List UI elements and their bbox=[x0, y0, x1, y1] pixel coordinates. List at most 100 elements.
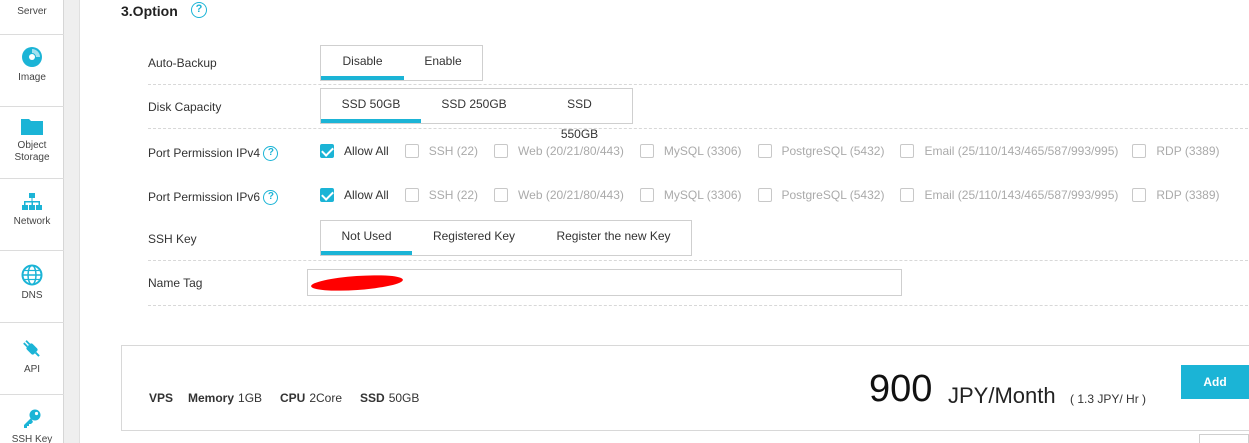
sidebar-item-api[interactable]: API bbox=[0, 338, 64, 376]
checkbox-label: Web (20/21/80/443) bbox=[518, 188, 624, 202]
price-value: 900 bbox=[869, 368, 933, 410]
mysql-checkbox[interactable] bbox=[639, 144, 654, 158]
divider bbox=[0, 322, 64, 323]
ssh-key-selector: Not Used Registered Key Register the new… bbox=[320, 220, 692, 256]
allow-all-checkbox[interactable] bbox=[320, 188, 334, 202]
network-icon bbox=[22, 193, 42, 210]
globe-icon bbox=[21, 264, 43, 286]
sidebar-item-image[interactable]: Image bbox=[0, 46, 64, 84]
auto-backup-toggle: Disable Enable bbox=[320, 45, 483, 81]
checkbox-label: RDP (3389) bbox=[1156, 144, 1220, 158]
key-icon bbox=[24, 409, 41, 428]
sidebar-item-label: DNS bbox=[21, 290, 43, 301]
spec-vps-label: VPS bbox=[149, 391, 174, 405]
divider bbox=[148, 128, 1248, 129]
plug-icon bbox=[23, 340, 40, 357]
sidebar: Server Image Object Storage Network DNS … bbox=[0, 0, 64, 443]
checkbox-label: PostgreSQL (5432) bbox=[781, 188, 885, 202]
divider bbox=[0, 394, 64, 395]
spec-cpu-label: CPU bbox=[280, 391, 306, 405]
port-ipv6-options: Allow All SSH (22) Web (20/21/80/443) My… bbox=[320, 187, 1220, 203]
auto-backup-label: Auto-Backup bbox=[148, 56, 217, 70]
redaction-mark bbox=[310, 272, 404, 294]
bottom-tab[interactable] bbox=[1199, 434, 1249, 443]
sidebar-item-network[interactable]: Network bbox=[0, 192, 64, 228]
checkbox-label: MySQL (3306) bbox=[663, 188, 742, 202]
divider bbox=[148, 84, 1248, 85]
email-checkbox[interactable] bbox=[900, 144, 915, 158]
sidebar-item-label: SSH Key bbox=[11, 434, 53, 443]
divider bbox=[148, 260, 1248, 261]
help-icon[interactable]: ? bbox=[191, 2, 207, 18]
rdp-checkbox[interactable] bbox=[1132, 144, 1147, 158]
checkbox-label: PostgreSQL (5432) bbox=[781, 144, 885, 158]
help-icon[interactable]: ? bbox=[263, 190, 279, 206]
ssh-checkbox[interactable] bbox=[404, 188, 419, 202]
postgresql-checkbox[interactable] bbox=[757, 144, 772, 158]
port-permission-ipv4-text: Port Permission IPv4 bbox=[148, 146, 261, 160]
spec-memory-label: Memory bbox=[188, 391, 235, 405]
checkbox-label: Allow All bbox=[344, 188, 389, 202]
ssh-not-used-option[interactable]: Not Used bbox=[321, 221, 412, 255]
disc-icon bbox=[22, 47, 42, 67]
spec-memory-value: 1GB bbox=[238, 391, 263, 405]
divider bbox=[0, 34, 64, 35]
postgresql-checkbox[interactable] bbox=[757, 188, 772, 202]
port-permission-ipv6-text: Port Permission IPv6 bbox=[148, 190, 261, 204]
sidebar-item-label: Server bbox=[17, 6, 47, 17]
auto-backup-enable-option[interactable]: Enable bbox=[404, 46, 482, 80]
checkbox-label: Web (20/21/80/443) bbox=[518, 144, 624, 158]
auto-backup-disable-option[interactable]: Disable bbox=[321, 46, 404, 80]
divider bbox=[0, 106, 64, 107]
port-ipv4-options: Allow All SSH (22) Web (20/21/80/443) My… bbox=[320, 143, 1220, 159]
ssh-key-label: SSH Key bbox=[148, 232, 197, 246]
checkbox-label: SSH (22) bbox=[428, 144, 479, 158]
disk-option-ssd-550gb[interactable]: SSD 550GB bbox=[527, 89, 632, 141]
sidebar-item-object-storage[interactable]: Object Storage bbox=[0, 116, 64, 164]
sidebar-item-ssh-key[interactable]: SSH Key bbox=[0, 408, 64, 443]
spec-cpu: CPU 2Core bbox=[280, 391, 342, 405]
allow-all-checkbox[interactable] bbox=[320, 144, 334, 158]
ssh-register-new-key-option[interactable]: Register the new Key bbox=[536, 221, 691, 255]
mysql-checkbox[interactable] bbox=[639, 188, 654, 202]
disk-capacity-label: Disk Capacity bbox=[148, 100, 222, 114]
sidebar-item-dns[interactable]: DNS bbox=[0, 264, 64, 302]
section-title: 3.Option bbox=[121, 3, 178, 19]
spec-cpu-value: 2Core bbox=[309, 391, 343, 405]
sidebar-scroll-strip bbox=[64, 0, 80, 443]
checkbox-label: Email (25/110/143/465/587/993/995) bbox=[924, 144, 1119, 158]
divider bbox=[148, 305, 1248, 306]
spec-ssd-label: SSD bbox=[360, 391, 385, 405]
spec-ssd-value: 50GB bbox=[388, 391, 420, 405]
rdp-checkbox[interactable] bbox=[1132, 188, 1147, 202]
sidebar-item-label: Object bbox=[17, 140, 47, 151]
port-permission-ipv4-label: Port Permission IPv4 ? bbox=[148, 146, 279, 162]
ssh-registered-key-option[interactable]: Registered Key bbox=[412, 221, 536, 255]
checkbox-label: Allow All bbox=[344, 144, 389, 158]
checkbox-label: Email (25/110/143/465/587/993/995) bbox=[924, 188, 1119, 202]
order-summary: VPS Memory 1GB CPU 2Core SSD 50GB 900 JPY/M… bbox=[121, 345, 1249, 431]
checkbox-label: RDP (3389) bbox=[1156, 188, 1220, 202]
web-checkbox[interactable] bbox=[494, 188, 509, 202]
sidebar-item-server[interactable]: Server bbox=[0, 6, 64, 18]
sidebar-item-label: Image bbox=[18, 72, 46, 83]
sidebar-item-label: API bbox=[23, 364, 41, 375]
spec-ssd: SSD 50GB bbox=[360, 391, 419, 405]
folder-icon bbox=[21, 119, 43, 135]
name-tag-input[interactable] bbox=[307, 269, 902, 296]
checkbox-label: MySQL (3306) bbox=[663, 144, 742, 158]
port-permission-ipv6-label: Port Permission IPv6 ? bbox=[148, 190, 279, 206]
sidebar-item-label: Storage bbox=[14, 152, 50, 163]
ssh-checkbox[interactable] bbox=[404, 144, 419, 158]
spec-memory: Memory 1GB bbox=[188, 391, 262, 405]
email-checkbox[interactable] bbox=[900, 188, 915, 202]
web-checkbox[interactable] bbox=[494, 144, 509, 158]
price-hourly: ( 1.3 JPY/ Hr ) bbox=[1070, 392, 1147, 406]
divider bbox=[0, 178, 64, 179]
add-button[interactable]: Add bbox=[1181, 365, 1249, 399]
disk-option-ssd-250gb[interactable]: SSD 250GB bbox=[421, 89, 527, 123]
name-tag-label: Name Tag bbox=[148, 276, 203, 290]
help-icon[interactable]: ? bbox=[263, 146, 279, 162]
disk-option-ssd-50gb[interactable]: SSD 50GB bbox=[321, 89, 421, 123]
divider bbox=[0, 250, 64, 251]
